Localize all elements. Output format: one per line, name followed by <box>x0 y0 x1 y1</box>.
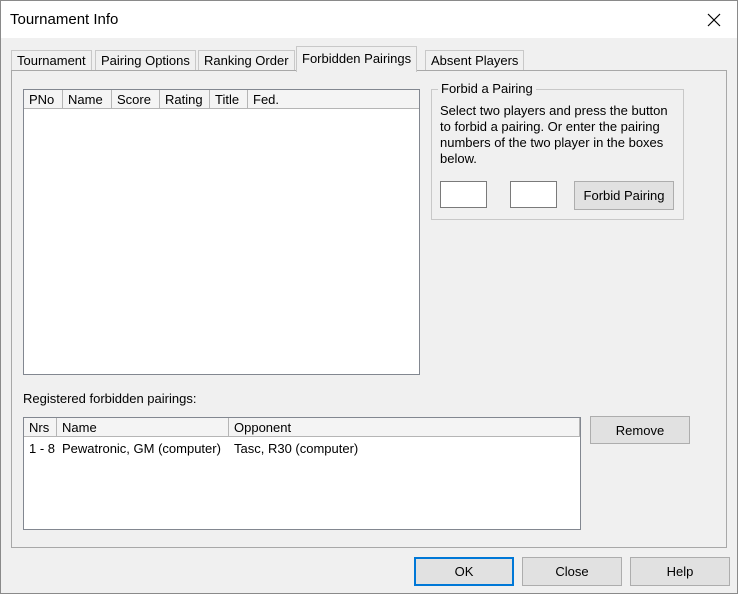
players-list[interactable]: PNo Name Score Rating Title Fed. <box>23 89 420 375</box>
remove-button[interactable]: Remove <box>590 416 690 444</box>
row-opponent: Tasc, R30 (computer) <box>234 441 359 456</box>
registered-pairings-list[interactable]: Nrs Name Opponent 1 - 8 Pewatronic, GM (… <box>23 417 581 530</box>
table-row[interactable]: 1 - 8 Pewatronic, GM (computer) Tasc, R3… <box>24 440 529 458</box>
row-nrs: 1 - 8 <box>29 441 56 456</box>
tab-ranking-order[interactable]: Ranking Order <box>198 50 295 71</box>
column-pairing-name[interactable]: Name <box>57 418 229 437</box>
column-pno[interactable]: PNo <box>24 90 63 109</box>
registered-pairings-label: Registered forbidden pairings: <box>23 391 197 406</box>
close-icon <box>707 13 721 26</box>
row-name: Pewatronic, GM (computer) <box>62 441 221 456</box>
column-rating[interactable]: Rating <box>160 90 210 109</box>
forbid-instructions: Select two players and press the button … <box>440 103 668 166</box>
column-opponent[interactable]: Opponent <box>229 418 580 437</box>
ok-button[interactable]: OK <box>414 557 514 586</box>
tab-pairing-options[interactable]: Pairing Options <box>95 50 196 71</box>
forbid-pairing-button[interactable]: Forbid Pairing <box>574 181 674 210</box>
player1-number-input[interactable] <box>440 181 487 208</box>
player2-number-input[interactable] <box>510 181 557 208</box>
players-list-header: PNo Name Score Rating Title Fed. <box>24 90 419 110</box>
close-window-button[interactable] <box>691 1 737 38</box>
tournament-info-dialog: Tournament Info Tournament Pairing Optio… <box>0 0 738 594</box>
tab-absent-players[interactable]: Absent Players <box>425 50 525 71</box>
help-button[interactable]: Help <box>630 557 730 586</box>
title-bar: Tournament Info <box>1 1 737 38</box>
column-nrs[interactable]: Nrs <box>24 418 57 437</box>
forbid-pairing-legend: Forbid a Pairing <box>438 81 536 96</box>
registered-list-header: Nrs Name Opponent <box>24 418 580 438</box>
tab-tournament[interactable]: Tournament <box>11 50 92 71</box>
column-fed[interactable]: Fed. <box>248 90 419 109</box>
close-button[interactable]: Close <box>522 557 622 586</box>
column-score[interactable]: Score <box>112 90 160 109</box>
window-title: Tournament Info <box>10 11 119 28</box>
column-title[interactable]: Title <box>210 90 248 109</box>
tab-forbidden-pairings[interactable]: Forbidden Pairings <box>296 46 418 72</box>
column-name[interactable]: Name <box>63 90 112 109</box>
